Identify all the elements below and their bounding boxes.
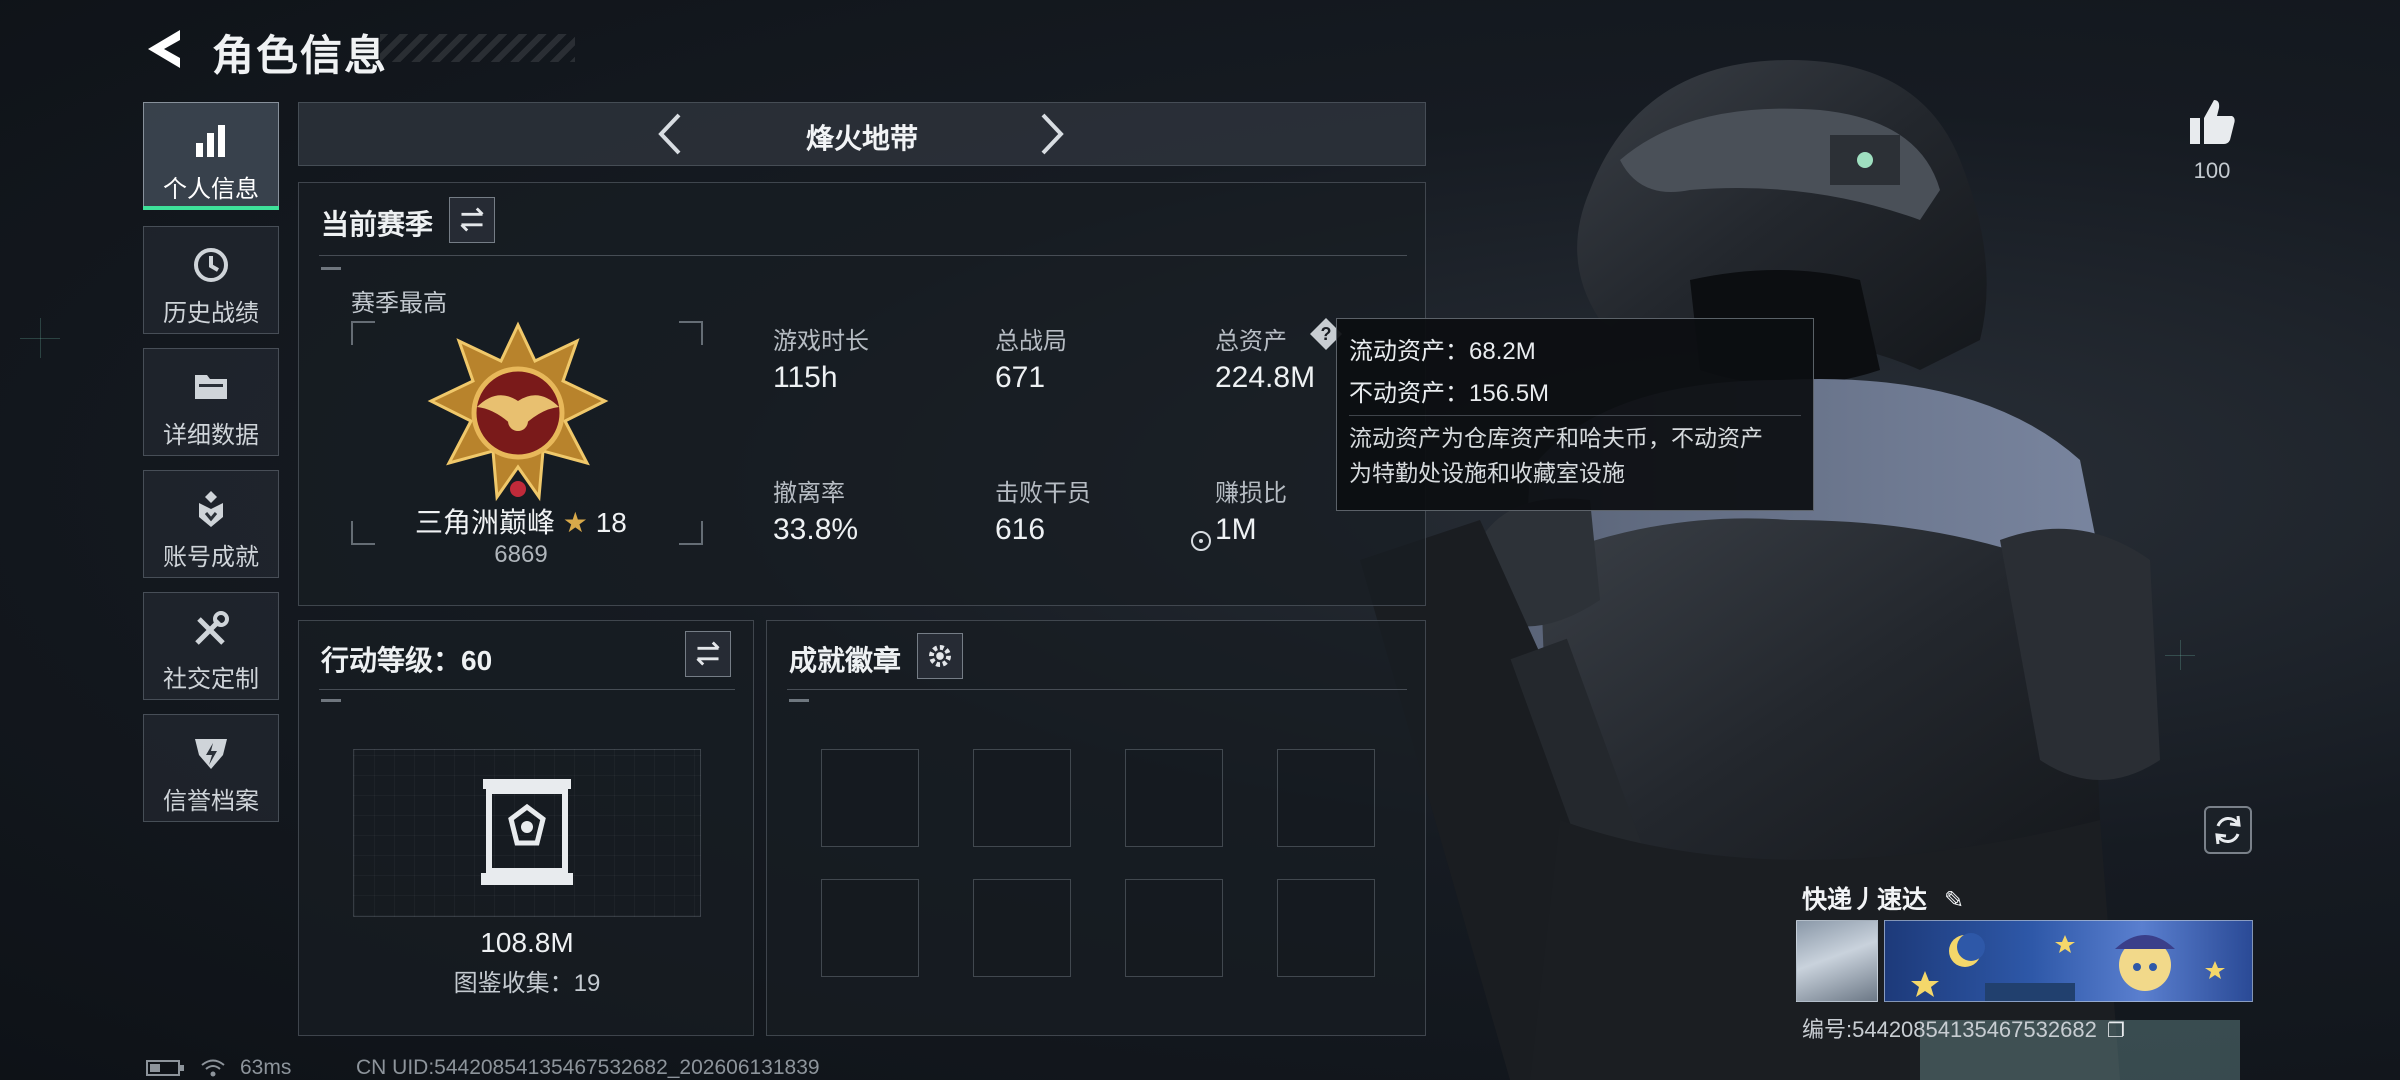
tooltip-liquid-assets: 流动资产：68.2M: [1349, 338, 1536, 365]
badge-settings-button[interactable]: [917, 633, 963, 679]
sidebar-item-label: 个人信息: [163, 176, 259, 203]
badge-slot[interactable]: [821, 879, 919, 977]
badge-slot[interactable]: [1277, 879, 1375, 977]
stat-value-profit-ratio: 1M: [1215, 513, 1257, 546]
stat-label-profit-ratio: 赚损比: [1215, 480, 1287, 507]
sidebar-item-personal-info[interactable]: 个人信息: [143, 102, 279, 210]
season-panel: 当前赛季 赛季最高 三角洲巅峰 ★ 18 6869 游戏时长 115h 总战局 …: [298, 182, 1426, 606]
star-icon: ★: [562, 507, 588, 538]
sidebar-item-social[interactable]: 社交定制: [143, 592, 279, 700]
swap-icon: [696, 641, 720, 666]
rank-emblem-icon: [427, 321, 609, 502]
page-title: 角色信息: [212, 32, 389, 79]
badge-slot[interactable]: [1125, 749, 1223, 847]
sidebar-item-label: 社交定制: [163, 666, 259, 693]
swap-action-level-button[interactable]: [685, 631, 731, 677]
achievement-badges-panel: 成就徽章: [766, 620, 1426, 1036]
player-name: 快递丿速达 ✎: [1802, 880, 1964, 916]
stat-label-playtime: 游戏时长: [773, 328, 869, 355]
bar-chart-icon: [196, 125, 225, 157]
tools-icon: [195, 611, 229, 645]
stat-value-playtime: 115h: [773, 361, 838, 394]
like-thumb-icon[interactable]: [2186, 96, 2238, 148]
folder-icon: [195, 375, 227, 399]
season-best-label: 赛季最高: [351, 290, 447, 317]
mode-label: 烽火地带: [805, 123, 918, 154]
sidebar-item-credit[interactable]: 信誉档案: [143, 714, 279, 822]
refresh-button[interactable]: [2204, 806, 2252, 854]
sidebar-item-details[interactable]: 详细数据: [143, 348, 279, 456]
collection-value: 108.8M: [480, 927, 574, 958]
cn-uid-label: CN UID:54420854135467532682_202606131839: [356, 1056, 820, 1079]
banner-artwork: [1911, 933, 2225, 1001]
credit-shield-icon: [195, 739, 227, 769]
rank-stars: 18: [595, 507, 627, 538]
gear-icon: [929, 645, 951, 667]
stat-label-matches: 总战局: [995, 328, 1067, 355]
sidebar-item-history[interactable]: 历史战绩: [143, 226, 279, 334]
mode-selector: 烽火地带: [298, 102, 1426, 166]
badges-title: 成就徽章: [789, 645, 902, 676]
swap-icon: [460, 207, 484, 232]
season-title: 当前赛季: [321, 209, 434, 240]
player-uid-text: 编号:5442085413546753268​2: [1802, 1017, 2097, 1042]
crosshair-cursor-icon: [1191, 531, 1211, 551]
action-level-title: 行动等级：60: [321, 645, 493, 676]
next-mode-arrow-icon[interactable]: [1027, 111, 1073, 157]
badge-slot[interactable]: [973, 749, 1071, 847]
badge-slot[interactable]: [821, 749, 919, 847]
sidebar-item-label: 账号成就: [163, 544, 259, 571]
stat-value-assets: 224.8M: [1215, 361, 1316, 394]
like-count: 100: [2193, 158, 2231, 183]
rank-name-text: 三角洲巅峰: [415, 507, 556, 538]
stat-value-matches: 671: [995, 361, 1046, 394]
achievement-icon: [199, 491, 223, 527]
stat-label-extract-rate: 撤离率: [773, 480, 845, 507]
asset-tooltip: 流动资产：68.2M 不动资产：156.5M 流动资产为仓库资产和哈夫币，不动资…: [1336, 318, 1814, 511]
svg-text:?: ?: [1321, 324, 1332, 344]
tooltip-fixed-assets: 不动资产：156.5M: [1349, 380, 1550, 407]
action-level-panel: 行动等级：60 108.8M 图鉴收集：19: [298, 620, 754, 1036]
player-uid: 编号:5442085413546753268​2 ❐: [1802, 1012, 2125, 1044]
tooltip-desc-line2: 为特勤处设施和收藏室设施: [1349, 460, 1625, 486]
sidebar-item-label: 信誉档案: [163, 788, 259, 815]
hud-line: [20, 338, 60, 339]
tooltip-desc-line1: 流动资产为仓库资产和哈夫币，不动资产: [1349, 425, 1763, 451]
stat-value-kills: 616: [995, 513, 1046, 546]
sidebar-item-achievements[interactable]: 账号成就: [143, 470, 279, 578]
copy-icon[interactable]: ❐: [2107, 1020, 2125, 1042]
profile-banner[interactable]: [1884, 920, 2253, 1002]
swap-season-button[interactable]: [449, 197, 495, 243]
sidebar-item-label: 历史战绩: [163, 300, 259, 327]
badge-slot[interactable]: [1277, 749, 1375, 847]
stat-value-extract-rate: 33.8%: [773, 513, 859, 546]
rank-name: 三角洲巅峰 ★ 18: [415, 501, 627, 541]
stat-label-assets: 总资产: [1215, 328, 1287, 355]
wifi-icon: [201, 1059, 225, 1077]
collection-cabinet-icon: [481, 779, 573, 885]
sidebar-item-label: 详细数据: [163, 422, 259, 449]
badge-slot[interactable]: [973, 879, 1071, 977]
battery-icon: [146, 1060, 184, 1076]
rank-score: 6869: [494, 541, 548, 568]
player-name-text: 快递丿速达: [1802, 886, 1928, 914]
ping-label: 63ms: [240, 1056, 292, 1079]
history-clock-icon: [194, 248, 228, 282]
header-decoration: [380, 34, 575, 62]
badge-slot[interactable]: [1125, 879, 1223, 977]
refresh-icon: [2215, 815, 2241, 845]
edit-pencil-icon[interactable]: ✎: [1944, 887, 1964, 914]
stat-label-kills: 击败干员: [995, 480, 1091, 507]
avatar[interactable]: [1796, 920, 1878, 1002]
collection-count: 图鉴收集：19: [453, 970, 601, 997]
back-arrow-icon[interactable]: [140, 26, 190, 72]
